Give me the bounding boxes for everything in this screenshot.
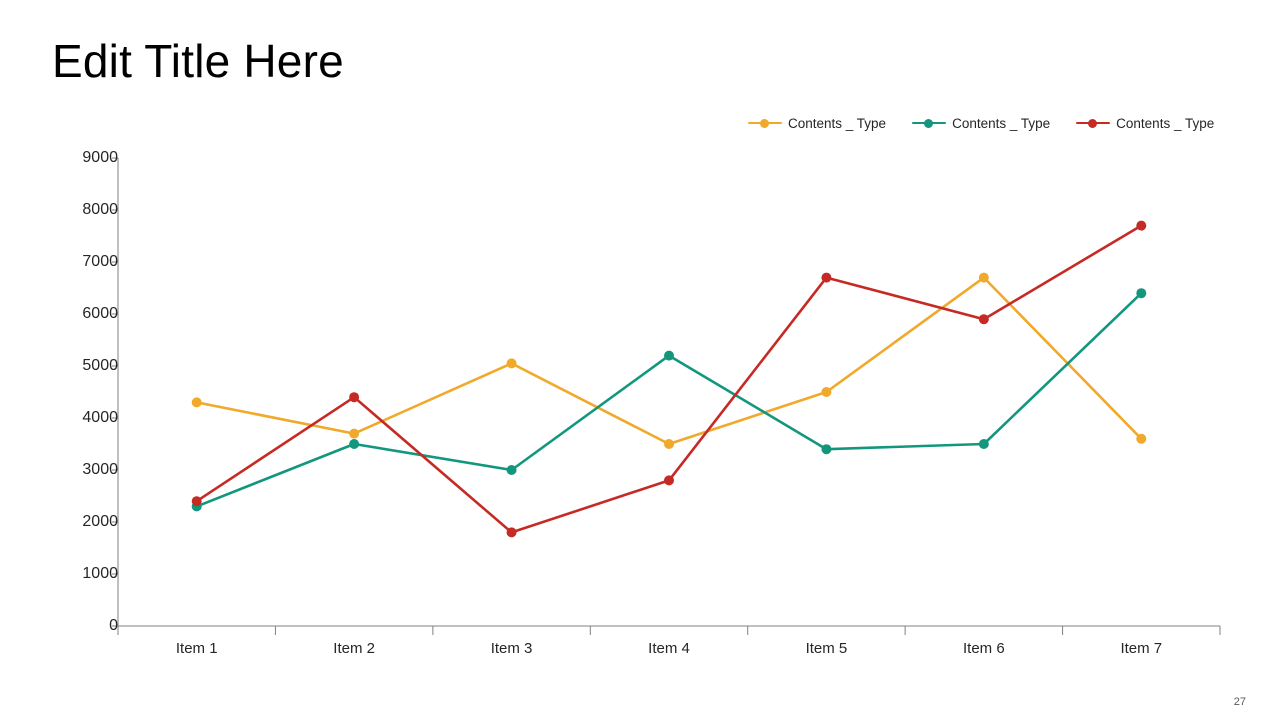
x-axis-tick-label-3: Item 3 <box>490 640 533 657</box>
data-point-s3-item-1[interactable] <box>191 496 202 507</box>
y-axis-tick-label: 9000 <box>82 149 118 166</box>
series-line-3 <box>195 224 1143 534</box>
data-point-s2-item-6[interactable] <box>978 439 989 449</box>
y-axis-tick-label: 1000 <box>82 565 118 582</box>
x-axis-tick-label-5: Item 5 <box>805 640 848 657</box>
chart-plot-svg <box>112 157 1221 635</box>
x-axis-tick-label-1: Item 1 <box>175 640 218 657</box>
data-point-s2-item-5[interactable] <box>821 444 832 455</box>
slide-page-number: 27 <box>1233 696 1246 708</box>
y-axis-tick-label: 0 <box>109 617 118 634</box>
y-axis-tick-label: 4000 <box>82 409 118 426</box>
data-point-s3-item-5[interactable] <box>821 272 832 283</box>
y-axis-tick-label: 2000 <box>82 513 118 530</box>
line-chart: 0 1000 2000 3000 4000 5000 6000 7000 8000 9000 It… <box>0 0 1280 720</box>
data-point-s3-item-6[interactable] <box>978 314 989 325</box>
y-axis-tick-label: 6000 <box>82 305 118 322</box>
data-point-s3-item-3[interactable] <box>506 527 517 538</box>
data-point-s2-item-2[interactable] <box>349 439 360 449</box>
data-point-s1-item-7[interactable] <box>1136 433 1147 444</box>
data-point-s1-item-6[interactable] <box>978 272 989 283</box>
data-point-s1-item-1[interactable] <box>191 397 202 408</box>
data-point-s1-item-2[interactable] <box>349 428 360 439</box>
series-line-2 <box>195 291 1143 508</box>
y-axis-tick-label: 8000 <box>82 201 118 218</box>
data-point-s1-item-5[interactable] <box>821 387 832 397</box>
x-axis-tick-label-4: Item 4 <box>648 640 690 657</box>
data-point-s3-item-4[interactable] <box>664 475 674 486</box>
data-point-s2-item-3[interactable] <box>506 465 517 475</box>
series-line-1 <box>195 276 1143 446</box>
data-point-s3-item-2[interactable] <box>349 392 360 403</box>
data-point-s2-item-7[interactable] <box>1136 288 1147 299</box>
y-axis-tick-label: 3000 <box>82 461 118 478</box>
x-axis-tick-label-2: Item 2 <box>333 640 375 657</box>
x-axis-tick-label-7: Item 7 <box>1120 640 1163 657</box>
slide-canvas: Edit Title Here Contents _ Type Contents… <box>0 0 1280 720</box>
data-point-s3-item-7[interactable] <box>1136 220 1147 231</box>
data-point-s2-item-4[interactable] <box>664 350 674 361</box>
data-point-s1-item-3[interactable] <box>506 358 517 369</box>
y-axis-tick-label: 5000 <box>82 357 118 374</box>
data-point-s1-item-4[interactable] <box>664 439 674 449</box>
x-axis-tick-label-6: Item 6 <box>963 640 1005 657</box>
y-axis-tick-label: 7000 <box>82 253 118 270</box>
